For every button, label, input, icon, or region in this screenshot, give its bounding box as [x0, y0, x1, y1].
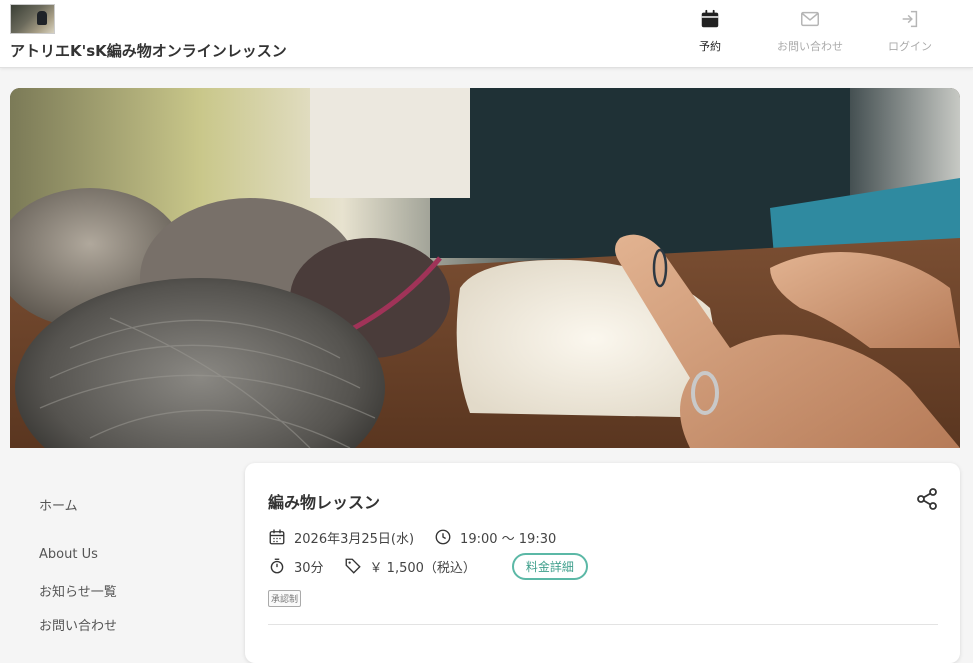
approval-badge: 承認制 [268, 590, 302, 607]
lesson-price: ￥ 1,500（税込） [369, 560, 476, 576]
nav-login[interactable]: ログイン [865, 6, 955, 62]
lesson-card: 編み物レッスン 2026年3月25日(水) 19:00 〜 19:30 30分 … [245, 463, 960, 663]
hero-knitting-photo [10, 88, 960, 448]
nav-reserve-label: 予約 [699, 40, 721, 53]
nav-login-label: ログイン [888, 40, 932, 53]
calendar-icon [701, 9, 719, 28]
mail-icon [801, 11, 819, 27]
calendar-icon [269, 529, 285, 545]
site-logo-image[interactable] [10, 4, 55, 34]
share-icon[interactable] [915, 487, 939, 511]
login-icon [902, 10, 918, 28]
sidebar-item-home[interactable]: ホーム [39, 495, 78, 514]
card-divider [268, 624, 938, 625]
lesson-title: 編み物レッスン [268, 493, 381, 512]
clock-icon [435, 529, 451, 545]
hero-image [10, 88, 960, 448]
sidebar-item-contact[interactable]: お問い合わせ [39, 615, 117, 634]
nav-reserve[interactable]: 予約 [665, 6, 755, 62]
sidebar-item-about-us[interactable]: About Us [39, 547, 98, 562]
lesson-info-row: 30分 ￥ 1,500（税込） 料金詳細 [268, 552, 588, 580]
tag-icon [345, 558, 361, 574]
lesson-duration: 30分 [294, 560, 324, 576]
site-header: アトリエK'sK編み物オンラインレッスン 予約 お問い合わせ ログイン [0, 0, 973, 68]
lesson-time: 19:00 〜 19:30 [460, 531, 557, 547]
nav-contact[interactable]: お問い合わせ [765, 6, 855, 62]
price-detail-button[interactable]: 料金詳細 [511, 552, 588, 580]
sidebar-item-news[interactable]: お知らせ一覧 [39, 581, 117, 600]
lesson-date: 2026年3月25日(水) [294, 531, 415, 547]
nav-contact-label: お問い合わせ [777, 40, 843, 53]
site-title[interactable]: アトリエK'sK編み物オンラインレッスン [10, 40, 287, 61]
stopwatch-icon [270, 558, 284, 574]
lesson-schedule-row: 2026年3月25日(水) 19:00 〜 19:30 [268, 526, 556, 548]
